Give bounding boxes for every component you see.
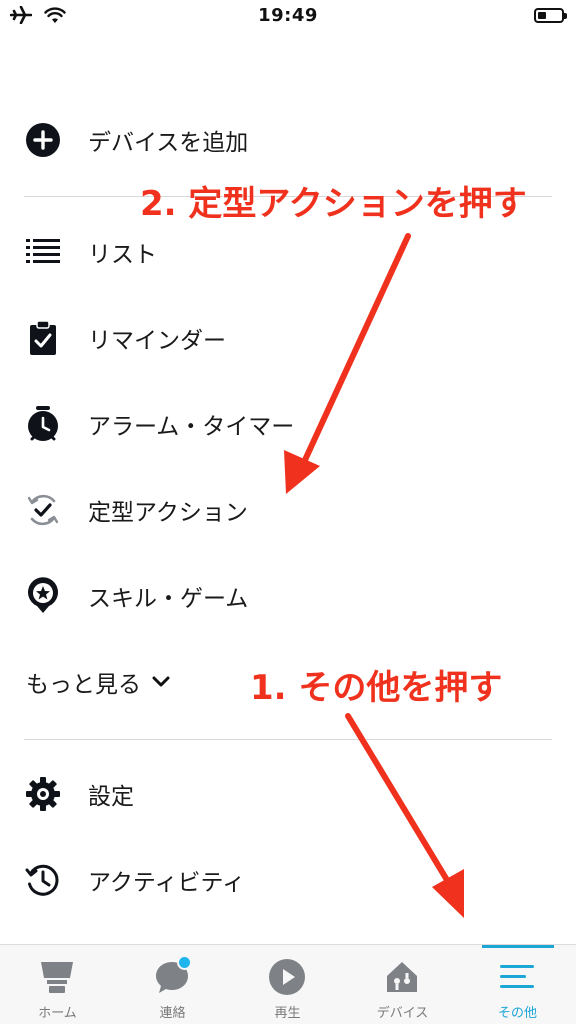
chevron-down-icon [152,676,170,687]
annotation-step1: 1. その他を押す [250,668,503,708]
menu-lines-icon [497,957,537,997]
devices-icon [382,957,422,997]
tab-play[interactable]: 再生 [230,945,345,1025]
divider-bottom [24,739,552,740]
menu-item-settings[interactable]: 設定 [0,764,576,824]
routine-check-icon [24,491,62,529]
menu-item-reminder[interactable]: リマインダー [0,308,576,368]
menu-item-skills-games[interactable]: スキル・ゲーム [0,566,576,626]
play-icon [267,957,307,997]
menu-item-label: リマインダー [88,328,226,354]
menu-item-label: アラーム・タイマー [88,414,295,440]
menu-item-label: 定型アクション [88,500,248,526]
active-tab-indicator [482,945,554,948]
menu-item-list[interactable]: リスト [0,222,576,282]
list-icon [24,233,62,271]
alarm-clock-icon [24,405,62,443]
annotation-step2: 2. 定型アクションを押す [140,184,527,224]
add-device-row[interactable]: デバイスを追加 [0,110,576,170]
tab-label: その他 [497,1006,537,1021]
menu-item-label: スキル・ゲーム [88,586,249,612]
plus-circle-icon [24,121,62,159]
skill-star-icon [24,577,62,615]
menu-item-label: リスト [88,242,157,268]
tab-devices[interactable]: デバイス [345,945,460,1025]
status-bar: 19:49 [0,0,576,34]
bottom-tab-bar: ホーム 連絡 再生 デバイス その他 [0,944,576,1024]
tab-label: 連絡 [159,1006,186,1021]
menu-item-alarm-timer[interactable]: アラーム・タイマー [0,394,576,454]
gear-icon [24,775,62,813]
clipboard-check-icon [24,319,62,357]
tab-label: デバイス [376,1006,429,1021]
notification-dot [177,955,192,970]
tab-more[interactable]: その他 [460,945,575,1025]
home-icon [37,957,77,997]
tab-label: ホーム [38,1006,77,1021]
tab-communicate[interactable]: 連絡 [115,945,230,1025]
menu-item-routine[interactable]: 定型アクション [0,480,576,540]
clock-time: 19:49 [258,5,318,26]
battery-icon [534,8,567,23]
menu-item-label: アクティビティ [88,870,246,896]
add-device-label: デバイスを追加 [88,130,249,156]
see-more-label: もっと見る [26,672,141,698]
history-icon [24,861,62,899]
see-more-toggle[interactable]: もっと見る [26,662,171,702]
menu-item-activity[interactable]: アクティビティ [0,850,576,910]
menu-item-label: 設定 [88,784,134,810]
tab-home[interactable]: ホーム [0,945,115,1025]
tab-label: 再生 [274,1006,301,1021]
